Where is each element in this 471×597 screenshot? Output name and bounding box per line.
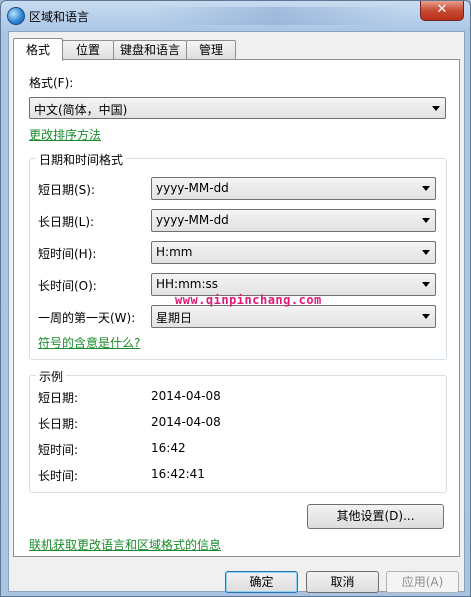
- tab-administrative[interactable]: 管理: [186, 40, 236, 60]
- examples-group-title: 示例: [36, 368, 67, 385]
- example-short-time-label: 短时间:: [38, 443, 79, 457]
- first-day-label: 一周的第一天(W):: [38, 311, 136, 325]
- apply-button[interactable]: 应用(A): [386, 571, 459, 593]
- long-time-label: 长时间(O):: [38, 279, 97, 293]
- chevron-down-icon: [422, 218, 430, 223]
- change-sort-method-link[interactable]: 更改排序方法: [29, 126, 101, 143]
- long-date-label: 长日期(L):: [38, 215, 95, 229]
- title-bar-reflection: [151, 7, 401, 25]
- tab-format[interactable]: 格式: [13, 38, 63, 61]
- region-language-window: 区域和语言 ✕ 格式 位置 键盘和语言 管理 格式(F): 中文(简体，中国) …: [0, 0, 471, 597]
- examples-group: 示例 短日期: 2014-04-08 长日期: 2014-04-08 短时间: …: [29, 368, 447, 493]
- example-long-time-label: 长时间:: [38, 469, 79, 483]
- short-date-select[interactable]: yyyy-MM-dd: [151, 177, 436, 200]
- globe-icon: [7, 7, 25, 25]
- ok-button[interactable]: 确定: [225, 571, 298, 593]
- watermark-text: www.qinpinchang.com: [175, 293, 322, 307]
- format-select[interactable]: 中文(简体，中国): [29, 97, 446, 119]
- example-short-date-label: 短日期:: [38, 391, 79, 405]
- chevron-down-icon: [422, 282, 430, 287]
- short-time-select[interactable]: H:mm: [151, 241, 436, 264]
- long-date-select[interactable]: yyyy-MM-dd: [151, 209, 436, 232]
- cancel-button[interactable]: 取消: [306, 571, 379, 593]
- example-short-time-value: 16:42: [151, 441, 186, 455]
- other-settings-button[interactable]: 其他设置(D)...: [307, 504, 444, 529]
- short-date-label: 短日期(S):: [38, 183, 96, 197]
- example-short-date-value: 2014-04-08: [151, 389, 221, 403]
- datetime-formats-group: 日期和时间格式 短日期(S): yyyy-MM-dd 长日期(L): yyyy-…: [29, 151, 447, 360]
- chevron-down-icon: [432, 106, 440, 111]
- example-long-time-value: 16:42:41: [151, 467, 205, 481]
- short-time-value: H:mm: [156, 245, 193, 259]
- example-long-date-label: 长日期:: [38, 417, 79, 431]
- close-icon: ✕: [436, 2, 448, 17]
- first-day-select[interactable]: 星期日: [151, 305, 436, 328]
- window-title: 区域和语言: [29, 10, 90, 24]
- format-select-value: 中文(简体，中国): [34, 103, 128, 117]
- title-bar[interactable]: 区域和语言 ✕: [1, 1, 470, 31]
- chevron-down-icon: [422, 314, 430, 319]
- chevron-down-icon: [422, 186, 430, 191]
- example-long-date-value: 2014-04-08: [151, 415, 221, 429]
- tab-location[interactable]: 位置: [62, 40, 114, 60]
- format-tab-panel: 格式(F): 中文(简体，中国) 更改排序方法 日期和时间格式 短日期(S): …: [13, 59, 460, 557]
- first-day-value: 星期日: [156, 311, 193, 325]
- long-time-value: HH:mm:ss: [156, 277, 219, 291]
- long-date-value: yyyy-MM-dd: [156, 213, 229, 227]
- short-time-label: 短时间(H):: [38, 247, 97, 261]
- online-info-link[interactable]: 联机获取更改语言和区域格式的信息: [29, 536, 221, 553]
- datetime-group-title: 日期和时间格式: [36, 151, 127, 168]
- format-label: 格式(F):: [29, 76, 74, 90]
- chevron-down-icon: [422, 250, 430, 255]
- close-button[interactable]: ✕: [420, 1, 464, 21]
- short-date-value: yyyy-MM-dd: [156, 181, 229, 195]
- dialog-client-area: 格式 位置 键盘和语言 管理 格式(F): 中文(简体，中国) 更改排序方法 日…: [8, 31, 465, 593]
- symbols-meaning-link[interactable]: 符号的含意是什么?: [38, 334, 140, 351]
- tab-keyboard-language[interactable]: 键盘和语言: [113, 40, 187, 60]
